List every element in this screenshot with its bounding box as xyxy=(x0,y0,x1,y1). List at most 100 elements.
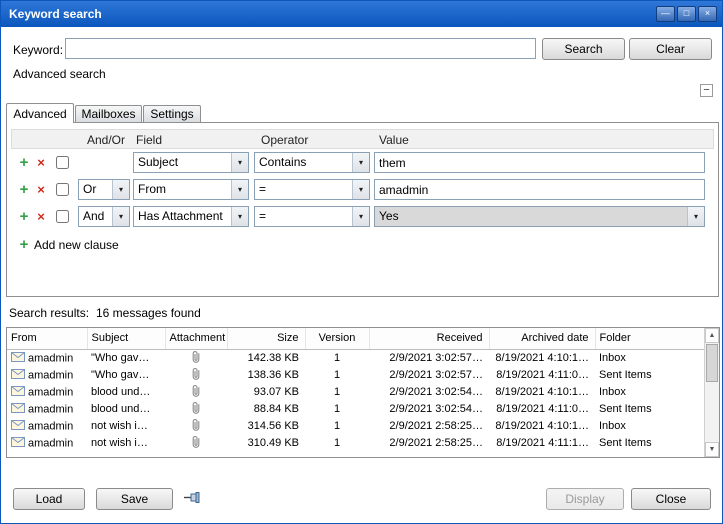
andor-select-value: Or xyxy=(79,180,112,199)
column-header-operator: Operator xyxy=(261,133,308,147)
search-button[interactable]: Search xyxy=(542,38,625,60)
column-version[interactable]: Version xyxy=(305,328,369,349)
cell-from: amadmin xyxy=(28,420,73,432)
chevron-down-icon: ▾ xyxy=(687,207,704,226)
table-row[interactable]: amadmin not wish i… 310.49 KB 1 2/9/2021… xyxy=(7,435,704,452)
cell-version: 1 xyxy=(305,418,369,435)
operator-select[interactable]: = ▾ xyxy=(254,206,370,227)
cell-size: 138.36 KB xyxy=(227,367,305,384)
maximize-button[interactable]: □ xyxy=(677,6,696,22)
clear-button[interactable]: Clear xyxy=(629,38,712,60)
pin-icon[interactable] xyxy=(183,491,203,507)
operator-select[interactable]: Contains ▾ xyxy=(254,152,370,173)
cell-archived-date: 8/19/2021 4:11:1… xyxy=(489,435,595,452)
column-from[interactable]: From xyxy=(7,328,87,349)
cell-subject: blood und… xyxy=(87,384,165,401)
close-button[interactable]: Close xyxy=(631,488,711,510)
operator-select-value: Contains xyxy=(255,153,352,172)
table-row[interactable]: amadmin "Who gav… 142.38 KB 1 2/9/2021 3… xyxy=(7,349,704,367)
load-button[interactable]: Load xyxy=(13,488,85,510)
minimize-button[interactable]: — xyxy=(656,6,675,22)
cell-received: 2/9/2021 3:02:54… xyxy=(369,384,489,401)
column-received[interactable]: Received xyxy=(369,328,489,349)
column-attachment[interactable]: Attachment xyxy=(165,328,227,349)
column-size[interactable]: Size xyxy=(227,328,305,349)
cell-subject: not wish i… xyxy=(87,435,165,452)
column-archived-date[interactable]: Archived date xyxy=(489,328,595,349)
column-header-field: Field xyxy=(136,133,162,147)
chevron-down-icon: ▾ xyxy=(352,207,369,226)
add-clause-icon[interactable]: + xyxy=(17,180,31,200)
value-input[interactable] xyxy=(374,179,705,200)
table-row[interactable]: amadmin blood und… 93.07 KB 1 2/9/2021 3… xyxy=(7,384,704,401)
add-clause-icon[interactable]: + xyxy=(17,235,31,255)
title-bar: Keyword search — □ × xyxy=(1,1,722,27)
cell-from: amadmin xyxy=(28,369,73,381)
envelope-icon xyxy=(11,352,25,365)
remove-clause-icon[interactable]: × xyxy=(34,180,48,200)
cell-archived-date: 8/19/2021 4:10:1… xyxy=(489,384,595,401)
andor-select[interactable]: And ▾ xyxy=(78,206,130,227)
cell-archived-date: 8/19/2021 4:11:0… xyxy=(489,367,595,384)
field-select-value: Subject xyxy=(134,153,231,172)
add-new-clause-row: + Add new clause xyxy=(7,234,718,256)
column-folder[interactable]: Folder xyxy=(595,328,704,349)
cell-folder: Inbox xyxy=(595,384,704,401)
add-new-clause-label[interactable]: Add new clause xyxy=(34,238,119,252)
envelope-icon xyxy=(11,437,25,450)
clause-checkbox[interactable] xyxy=(56,156,69,169)
cell-from: amadmin xyxy=(28,352,73,364)
chevron-down-icon: ▾ xyxy=(352,180,369,199)
cell-subject: "Who gav… xyxy=(87,367,165,384)
table-row[interactable]: amadmin not wish i… 314.56 KB 1 2/9/2021… xyxy=(7,418,704,435)
cell-subject: blood und… xyxy=(87,401,165,418)
field-select[interactable]: From ▾ xyxy=(133,179,249,200)
search-results-count: 16 messages found xyxy=(96,306,201,320)
scrollbar-thumb[interactable] xyxy=(706,344,718,382)
operator-select-value: = xyxy=(255,207,352,226)
advanced-search-label: Advanced search xyxy=(13,67,106,81)
tab-mailboxes[interactable]: Mailboxes xyxy=(75,105,142,122)
column-subject[interactable]: Subject xyxy=(87,328,165,349)
field-select[interactable]: Subject ▾ xyxy=(133,152,249,173)
save-button[interactable]: Save xyxy=(96,488,173,510)
paperclip-icon xyxy=(191,435,201,452)
clause-checkbox[interactable] xyxy=(56,210,69,223)
field-select-value: Has Attachment xyxy=(134,207,231,226)
value-input[interactable] xyxy=(374,152,705,173)
cell-from: amadmin xyxy=(28,386,73,398)
keyword-input[interactable] xyxy=(65,38,536,59)
cell-size: 88.84 KB xyxy=(227,401,305,418)
scroll-down-icon[interactable]: ▼ xyxy=(705,442,719,457)
add-clause-icon[interactable]: + xyxy=(17,207,31,227)
tab-settings[interactable]: Settings xyxy=(143,105,201,122)
table-row[interactable]: amadmin blood und… 88.84 KB 1 2/9/2021 3… xyxy=(7,401,704,418)
clause-checkbox[interactable] xyxy=(56,183,69,196)
value-select-value: Yes xyxy=(375,207,687,226)
column-header-andor: And/Or xyxy=(87,133,125,147)
operator-select[interactable]: = ▾ xyxy=(254,179,370,200)
clause-row: + × Or ▾ From ▾ = ▾ xyxy=(7,179,718,201)
cell-archived-date: 8/19/2021 4:11:0… xyxy=(489,401,595,418)
andor-select[interactable]: Or ▾ xyxy=(78,179,130,200)
paperclip-icon xyxy=(191,384,201,401)
cell-size: 142.38 KB xyxy=(227,349,305,367)
cell-archived-date: 8/19/2021 4:10:1… xyxy=(489,349,595,367)
field-select[interactable]: Has Attachment ▾ xyxy=(133,206,249,227)
value-select[interactable]: Yes ▾ xyxy=(374,206,705,227)
collapse-toggle[interactable]: − xyxy=(700,84,713,97)
cell-received: 2/9/2021 2:58:25… xyxy=(369,418,489,435)
add-clause-icon[interactable]: + xyxy=(17,153,31,173)
tab-advanced[interactable]: Advanced xyxy=(6,103,74,123)
table-row[interactable]: amadmin "Who gav… 138.36 KB 1 2/9/2021 3… xyxy=(7,367,704,384)
scroll-up-icon[interactable]: ▲ xyxy=(705,328,719,343)
cell-version: 1 xyxy=(305,349,369,367)
close-button-titlebar[interactable]: × xyxy=(698,6,717,22)
remove-clause-icon[interactable]: × xyxy=(34,153,48,173)
vertical-scrollbar[interactable]: ▲ ▼ xyxy=(704,328,719,457)
cell-version: 1 xyxy=(305,367,369,384)
cell-received: 2/9/2021 3:02:54… xyxy=(369,401,489,418)
display-button[interactable]: Display xyxy=(546,488,624,510)
cell-from: amadmin xyxy=(28,403,73,415)
remove-clause-icon[interactable]: × xyxy=(34,207,48,227)
